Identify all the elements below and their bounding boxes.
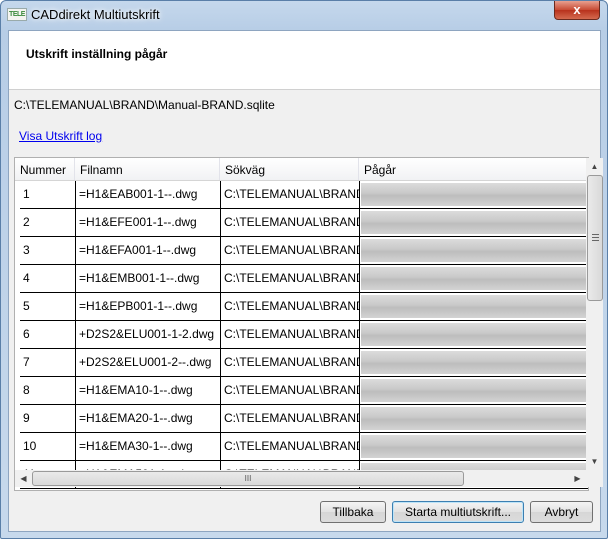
start-multiprint-button[interactable]: Starta multiutskrift... <box>392 501 524 523</box>
table-row[interactable]: 2 =H1&EFE001-1--.dwg C:\TELEMANUAL\BRAND <box>20 209 588 237</box>
scroll-right-arrow-icon[interactable]: ▶ <box>569 470 586 487</box>
app-logo-icon: TELE <box>7 8 27 21</box>
dialog-content: Utskrift inställning pågår C:\TELEMANUAL… <box>8 30 603 532</box>
column-header-sokvag[interactable]: Sökväg <box>220 158 359 180</box>
table-row[interactable]: 10 =H1&EMA30-1--.dwg C:\TELEMANUAL\BRAND <box>20 433 588 461</box>
cell-filnamn: =H1&EAB001-1--.dwg <box>76 181 221 209</box>
cell-pagar <box>360 181 588 209</box>
cell-sokvag: C:\TELEMANUAL\BRAND <box>221 321 360 349</box>
cell-pagar <box>360 265 588 293</box>
cell-sokvag: C:\TELEMANUAL\BRAND <box>221 293 360 321</box>
cell-sokvag: C:\TELEMANUAL\BRAND <box>221 405 360 433</box>
cell-nummer: 8 <box>20 377 76 405</box>
cell-filnamn: =H1&EMA30-1--.dwg <box>76 433 221 461</box>
cell-nummer: 9 <box>20 405 76 433</box>
cell-sokvag: C:\TELEMANUAL\BRAND <box>221 349 360 377</box>
progress-bar <box>361 267 587 290</box>
cell-filnamn: =H1&EFA001-1--.dwg <box>76 237 221 265</box>
cell-filnamn: =H1&EPB001-1--.dwg <box>76 293 221 321</box>
vertical-scroll-thumb[interactable] <box>587 175 603 301</box>
progress-bar <box>361 435 587 458</box>
horizontal-scroll-thumb[interactable]: III <box>32 471 464 486</box>
progress-bar <box>361 379 587 402</box>
close-button[interactable]: x <box>554 1 600 20</box>
cell-pagar <box>360 377 588 405</box>
cell-filnamn: =H1&EFE001-1--.dwg <box>76 209 221 237</box>
progress-bar <box>361 211 587 234</box>
header-panel: Utskrift inställning pågår <box>9 31 600 90</box>
cell-sokvag: C:\TELEMANUAL\BRAND <box>221 433 360 461</box>
progress-bar <box>361 351 587 374</box>
scroll-left-arrow-icon[interactable]: ◀ <box>15 470 32 487</box>
cell-pagar <box>360 293 588 321</box>
table-row[interactable]: 4 =H1&EMB001-1--.dwg C:\TELEMANUAL\BRAND <box>20 265 588 293</box>
progress-bar <box>361 295 587 318</box>
table-row[interactable]: 7 +D2S2&ELU001-2--.dwg C:\TELEMANUAL\BRAND <box>20 349 588 377</box>
page-title: Utskrift inställning pågår <box>26 47 168 61</box>
back-button[interactable]: Tillbaka <box>320 501 386 523</box>
window-title: CADdirekt Multiutskrift <box>31 7 160 22</box>
table-row[interactable]: 6 +D2S2&ELU001-1-2.dwg C:\TELEMANUAL\BRAND <box>20 321 588 349</box>
cell-pagar <box>360 349 588 377</box>
cell-nummer: 10 <box>20 433 76 461</box>
cell-filnamn: +D2S2&ELU001-2--.dwg <box>76 349 221 377</box>
cell-filnamn: +D2S2&ELU001-1-2.dwg <box>76 321 221 349</box>
cell-nummer: 3 <box>20 237 76 265</box>
cell-nummer: 6 <box>20 321 76 349</box>
vertical-scrollbar[interactable]: ▲ ▼ <box>586 158 603 470</box>
table-row[interactable]: 8 =H1&EMA10-1--.dwg C:\TELEMANUAL\BRAND <box>20 377 588 405</box>
progress-bar <box>361 239 587 262</box>
scrollbar-corner <box>586 470 603 487</box>
cell-nummer: 5 <box>20 293 76 321</box>
database-file-path: C:\TELEMANUAL\BRAND\Manual-BRAND.sqlite <box>14 98 275 112</box>
progress-bar <box>361 323 587 346</box>
cell-sokvag: C:\TELEMANUAL\BRAND <box>221 209 360 237</box>
column-header-nummer[interactable]: Nummer <box>15 158 75 180</box>
cell-pagar <box>360 433 588 461</box>
cell-sokvag: C:\TELEMANUAL\BRAND <box>221 181 360 209</box>
scroll-up-arrow-icon[interactable]: ▲ <box>586 158 603 175</box>
cell-nummer: 4 <box>20 265 76 293</box>
cell-filnamn: =H1&EMA20-1--.dwg <box>76 405 221 433</box>
cell-nummer: 2 <box>20 209 76 237</box>
progress-bar <box>361 183 587 206</box>
progress-bar <box>361 407 587 430</box>
cell-filnamn: =H1&EMA10-1--.dwg <box>76 377 221 405</box>
table-row[interactable]: 3 =H1&EFA001-1--.dwg C:\TELEMANUAL\BRAND <box>20 237 588 265</box>
cell-sokvag: C:\TELEMANUAL\BRAND <box>221 237 360 265</box>
table-header: Nummer Filnamn Sökväg Pågår <box>15 158 588 181</box>
cell-filnamn: =H1&EMB001-1--.dwg <box>76 265 221 293</box>
column-header-filnamn[interactable]: Filnamn <box>75 158 220 180</box>
cell-nummer: 1 <box>20 181 76 209</box>
horizontal-scrollbar[interactable]: ◀ III ▶ <box>15 470 586 487</box>
column-header-pagar[interactable]: Pågår <box>359 158 588 180</box>
cell-sokvag: C:\TELEMANUAL\BRAND <box>221 265 360 293</box>
cell-pagar <box>360 209 588 237</box>
cell-pagar <box>360 321 588 349</box>
cell-pagar <box>360 237 588 265</box>
cancel-button[interactable]: Avbryt <box>530 501 593 523</box>
view-print-log-link[interactable]: Visa Utskrift log <box>19 129 102 143</box>
scroll-down-arrow-icon[interactable]: ▼ <box>586 453 603 470</box>
table-row[interactable]: 1 =H1&EAB001-1--.dwg C:\TELEMANUAL\BRAND <box>20 181 588 209</box>
cell-pagar <box>360 405 588 433</box>
title-bar[interactable]: TELE CADdirekt Multiutskrift x <box>1 1 607 27</box>
table-row[interactable]: 5 =H1&EPB001-1--.dwg C:\TELEMANUAL\BRAND <box>20 293 588 321</box>
print-jobs-table[interactable]: Nummer Filnamn Sökväg Pågår 1 =H1&EAB001-… <box>14 157 589 491</box>
cell-nummer: 7 <box>20 349 76 377</box>
table-row[interactable]: 9 =H1&EMA20-1--.dwg C:\TELEMANUAL\BRAND <box>20 405 588 433</box>
dialog-window: TELE CADdirekt Multiutskrift x Utskrift … <box>0 0 608 539</box>
cell-sokvag: C:\TELEMANUAL\BRAND <box>221 377 360 405</box>
